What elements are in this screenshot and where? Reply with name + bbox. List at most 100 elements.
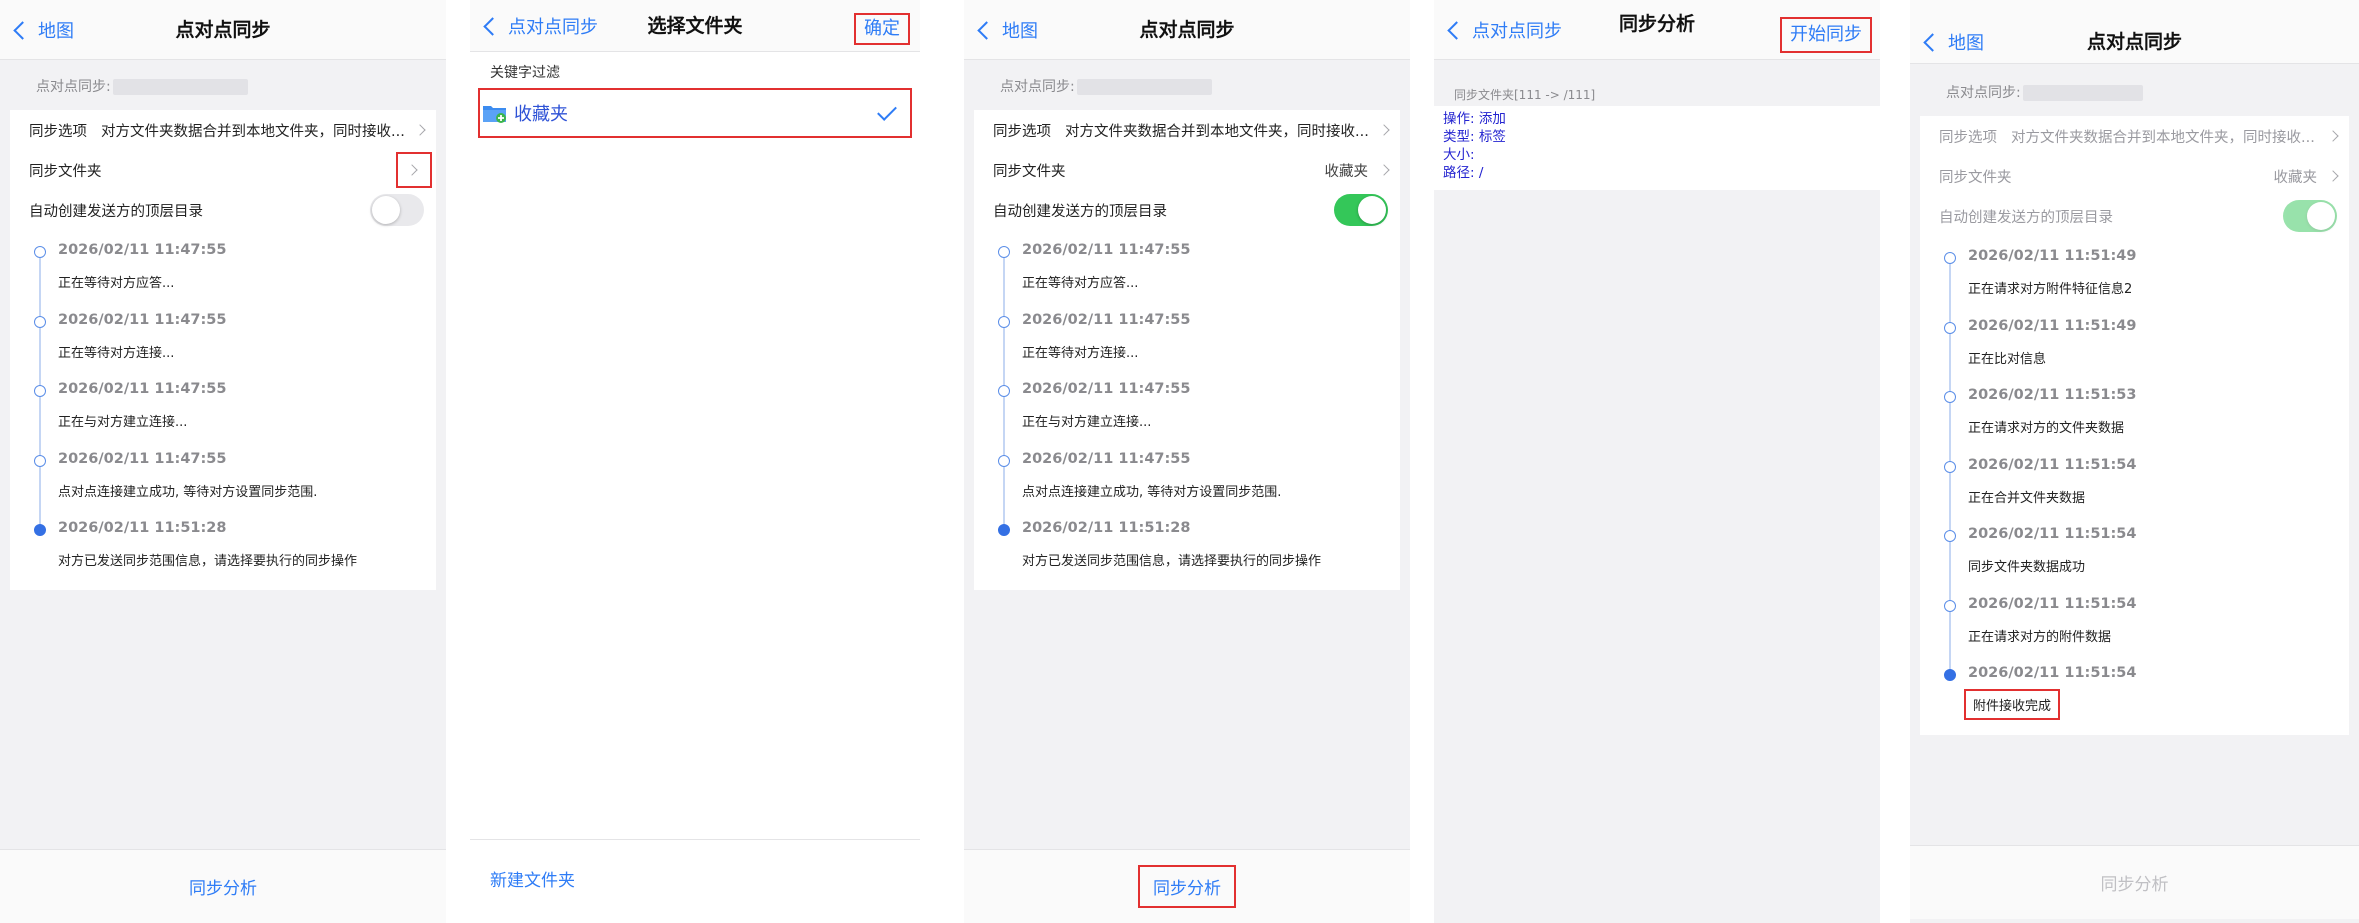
screen-peer-sync-initial: 地图 点对点同步 点对点同步: 同步选项 对方文件夹数据合并到本地文件夹，同时接… [0,0,446,923]
chevron-left-icon [1447,20,1466,40]
folder-item-favorites[interactable]: 收藏夹 [478,88,912,138]
timeline-dot-icon [998,385,1010,397]
timeline-item: 2026/02/11 11:51:28 对方已发送同步范围信息，请选择要执行的同步… [974,512,1400,582]
timeline-dot-icon [998,315,1010,328]
sync-folder-chevron-button[interactable] [396,152,432,188]
chevron-left-icon [977,20,996,40]
auto-create-toggle [2283,200,2337,232]
sync-folder-row[interactable]: 同步文件夹 收藏夹 [974,150,1400,190]
back-button[interactable]: 地图 [1922,0,1984,84]
new-folder-button[interactable]: 新建文件夹 [490,866,575,891]
sync-analysis-button[interactable]: 同步分析 [189,874,257,899]
timeline-item: 2026/02/11 11:47:55 正在等待对方应答... [10,234,436,304]
timeline-dot-icon [34,315,46,328]
screen-select-folder: 点对点同步 选择文件夹 确定 关键字过滤 收藏夹 新建文件夹 [470,0,920,923]
timeline-item: 2026/02/11 11:47:55 点对点连接建立成功, 等待对方设置同步范围… [974,443,1400,513]
back-button[interactable]: 点对点同步 [482,0,598,52]
back-button[interactable]: 点对点同步 [1446,0,1562,60]
timeline-dot-icon [34,524,46,536]
sync-timeline: 2026/02/11 11:47:55 正在等待对方应答... 2026/02/1… [10,230,436,590]
peer-info: 点对点同步: [1000,76,1212,96]
timeline-dot-icon [1944,460,1956,473]
confirm-button[interactable]: 确定 [854,13,910,45]
chevron-right-icon [406,164,418,176]
peer-info: 点对点同步: [1946,82,2143,102]
timeline-item: 2026/02/11 11:51:54 正在请求对方的附件数据 [1920,588,2349,658]
auto-create-row: 自动创建发送方的顶层目录 [1920,196,2349,236]
timeline-dot-icon [34,454,46,467]
timeline-dot-icon [1944,321,1956,334]
chevron-right-icon [1378,164,1390,176]
folder-icon [483,106,506,123]
timeline-item: 2026/02/11 11:51:54 正在合并文件夹数据 [1920,449,2349,519]
timeline-dot-icon [998,246,1010,258]
timeline-item: 2026/02/11 11:51:28 对方已发送同步范围信息，请选择要执行的同步… [10,512,436,582]
timeline-item: 2026/02/11 11:51:54 同步文件夹数据成功 [1920,518,2349,588]
chevron-left-icon [483,16,502,36]
timeline-item: 2026/02/11 11:47:55 正在等待对方应答... [974,234,1400,304]
settings-card: 同步选项 对方文件夹数据合并到本地文件夹，同时接收... 同步文件夹 自动创建发… [10,110,436,590]
settings-card: 同步选项 对方文件夹数据合并到本地文件夹，同时接收... 同步文件夹 收藏夹 自… [1920,116,2349,735]
timeline-dot-icon [1944,252,1956,264]
timeline-item: 2026/02/11 11:51:49 正在请求对方附件特征信息2 [1920,240,2349,310]
nav-bar: 地图 点对点同步 [0,0,446,60]
auto-create-toggle[interactable] [370,194,424,226]
timeline-dot-icon [1944,669,1956,681]
timeline-item: 2026/02/11 11:47:55 正在等待对方连接... [974,304,1400,374]
complete-status: 附件接收完成 [1964,689,2061,720]
timeline-dot-icon [1944,599,1956,612]
bottom-bar: 同步分析 [0,849,446,923]
back-button[interactable]: 地图 [12,0,74,60]
nav-bar: 地图 点对点同步 [964,0,1410,60]
timeline-item: 2026/02/11 11:47:55 正在与对方建立连接... [974,373,1400,443]
chevron-right-icon [2327,170,2339,182]
bottom-bar: 同步分析 [1910,845,2359,919]
auto-create-row: 自动创建发送方的顶层目录 [974,190,1400,230]
back-button[interactable]: 地图 [976,0,1038,60]
timeline-dot-icon [1944,530,1956,542]
bottom-bar: 同步分析 [964,849,1410,923]
timeline-item: 2026/02/11 11:51:54 附件接收完成 [1920,657,2349,727]
sync-option-row[interactable]: 同步选项 对方文件夹数据合并到本地文件夹，同时接收... [974,110,1400,150]
timeline-item: 2026/02/11 11:47:55 点对点连接建立成功, 等待对方设置同步范围… [10,443,436,513]
start-sync-button[interactable]: 开始同步 [1780,17,1872,53]
sync-timeline: 2026/02/11 11:51:49 正在请求对方附件特征信息2 2026/02… [1920,236,2349,735]
timeline-item: 2026/02/11 11:51:53 正在请求对方的文件夹数据 [1920,379,2349,449]
screen-peer-sync-complete: 地图 点对点同步 点对点同步: 同步选项 对方文件夹数据合并到本地文件夹，同时接… [1910,0,2359,923]
nav-bar: 地图 点对点同步 [1910,0,2359,64]
analysis-detail: 操作: 添加 类型: 标签 大小: 路径: / [1434,106,1880,190]
sync-analysis-button: 同步分析 [2100,875,2169,895]
sync-option-row: 同步选项 对方文件夹数据合并到本地文件夹，同时接收... [1920,116,2349,156]
bottom-bar: 新建文件夹 [470,839,920,923]
redacted-peer-name [1076,79,1212,95]
screen-sync-analysis: 点对点同步 同步分析 开始同步 同步文件夹[111 -> /111] 操作: 添… [1434,0,1880,923]
chevron-right-icon [414,124,426,136]
timeline-dot-icon [34,385,46,397]
screen-peer-sync-folder-selected: 地图 点对点同步 点对点同步: 同步选项 对方文件夹数据合并到本地文件夹，同时接… [964,0,1410,923]
settings-card: 同步选项 对方文件夹数据合并到本地文件夹，同时接收... 同步文件夹 收藏夹 自… [974,110,1400,590]
chevron-right-icon [2327,130,2339,142]
auto-create-toggle[interactable] [1334,194,1388,226]
chevron-left-icon [1923,32,1942,52]
analysis-folder-path: 同步文件夹[111 -> /111] [1454,88,1596,102]
chevron-left-icon [13,20,32,40]
sync-folder-row: 同步文件夹 收藏夹 [1920,156,2349,196]
redacted-peer-name [2022,85,2143,101]
nav-bar: 点对点同步 选择文件夹 确定 [470,0,920,52]
nav-bar: 点对点同步 同步分析 开始同步 [1434,0,1880,60]
timeline-item: 2026/02/11 11:51:49 正在比对信息 [1920,310,2349,380]
redacted-peer-name [112,79,248,95]
keyword-filter[interactable]: 关键字过滤 [490,62,560,82]
chevron-right-icon [1378,124,1390,136]
timeline-item: 2026/02/11 11:47:55 正在等待对方连接... [10,304,436,374]
sync-analysis-button[interactable]: 同步分析 [1138,865,1236,908]
timeline-item: 2026/02/11 11:47:55 正在与对方建立连接... [10,373,436,443]
peer-info: 点对点同步: [36,76,248,96]
sync-option-row[interactable]: 同步选项 对方文件夹数据合并到本地文件夹，同时接收... [10,110,436,150]
sync-timeline: 2026/02/11 11:47:55 正在等待对方应答... 2026/02/1… [974,230,1400,590]
timeline-dot-icon [1944,391,1956,403]
timeline-dot-icon [998,454,1010,467]
sync-folder-row[interactable]: 同步文件夹 [10,150,436,190]
auto-create-row: 自动创建发送方的顶层目录 [10,190,436,230]
timeline-dot-icon [34,246,46,258]
